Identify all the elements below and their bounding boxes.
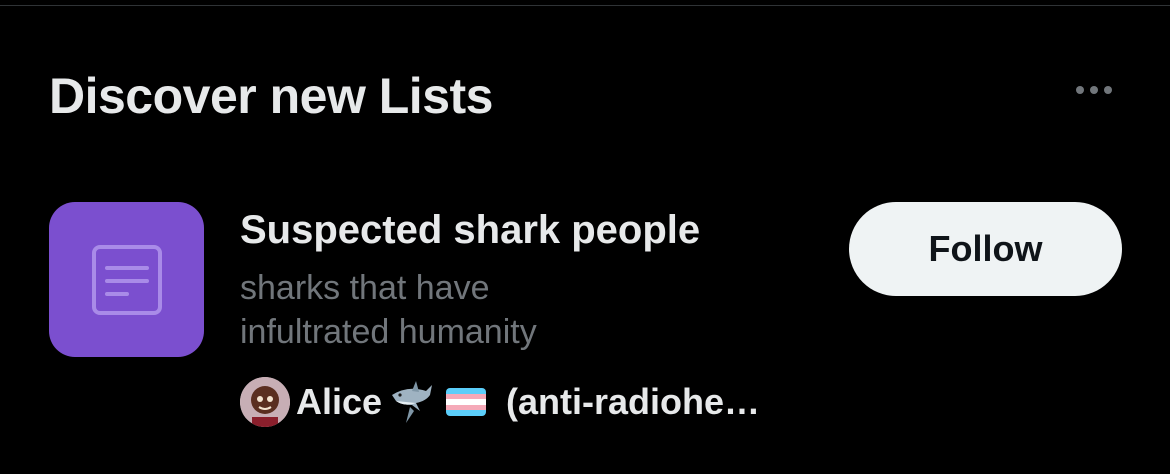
more-horizontal-icon	[1076, 86, 1084, 94]
more-options-button[interactable]	[1066, 76, 1122, 104]
more-horizontal-icon-dot	[1090, 86, 1098, 94]
more-horizontal-icon-dot	[1104, 86, 1112, 94]
list-name[interactable]: Suspected shark people	[240, 206, 700, 254]
list-avatar	[49, 202, 204, 357]
owner-name-suffix[interactable]: (anti-radiohe…	[506, 381, 760, 423]
section-title: Discover new Lists	[49, 68, 493, 124]
list-description-line: infultrated humanity	[240, 313, 537, 351]
list-description: sharks that have infultrated humanity	[240, 266, 800, 354]
list-document-icon	[91, 244, 162, 315]
top-divider	[0, 0, 1170, 6]
list-suggestion-card[interactable]: Suspected shark people sharks that have …	[0, 190, 1170, 440]
follow-button[interactable]: Follow	[849, 202, 1122, 296]
avatar-illustration	[240, 377, 290, 427]
shark-icon	[392, 381, 433, 423]
list-owner[interactable]: Alice (anti-radiohe…	[240, 377, 760, 427]
transgender-flag-icon	[446, 388, 487, 416]
owner-name[interactable]: Alice	[296, 381, 382, 423]
list-description-line: sharks that have	[240, 269, 490, 307]
owner-avatar[interactable]	[240, 377, 290, 427]
